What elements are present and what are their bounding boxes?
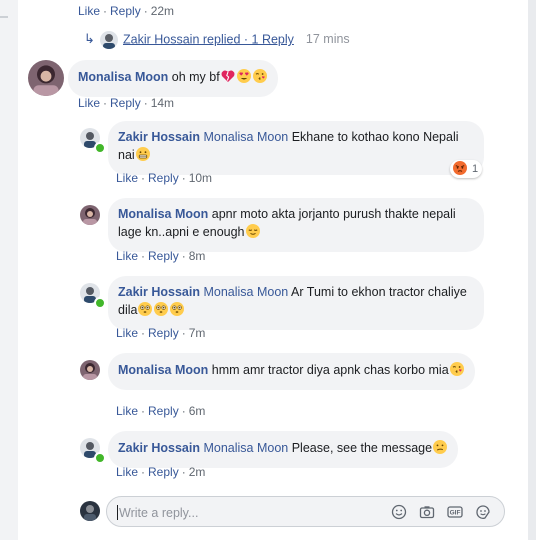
smiley-icon[interactable] bbox=[391, 504, 407, 520]
flushed-face-icon bbox=[137, 301, 153, 322]
timestamp[interactable]: 8m bbox=[189, 249, 206, 263]
avatar[interactable] bbox=[80, 360, 100, 380]
timestamp[interactable]: 6m bbox=[189, 404, 206, 418]
prev-comment-actions: Like · Reply · 22m bbox=[78, 4, 174, 18]
separator: · bbox=[141, 326, 146, 340]
flushed-face-icon bbox=[153, 301, 169, 322]
kissing-face-icon bbox=[252, 68, 268, 89]
comment-bubble: Zakir Hossain Monalisa Moon Please, see … bbox=[108, 431, 459, 468]
like-link[interactable]: Like bbox=[116, 249, 138, 263]
like-link[interactable]: Like bbox=[116, 326, 138, 340]
separator: · bbox=[103, 4, 108, 18]
mention-link[interactable]: Monalisa Moon bbox=[203, 441, 288, 455]
like-link[interactable]: Like bbox=[78, 96, 100, 110]
comment-actions: Like · Reply · 14m bbox=[78, 96, 174, 110]
mention-link[interactable]: Monalisa Moon bbox=[203, 130, 288, 144]
avatar[interactable] bbox=[80, 205, 100, 225]
online-status-dot bbox=[94, 297, 106, 309]
comment-author[interactable]: Zakir Hossain bbox=[118, 285, 200, 299]
right-gutter bbox=[528, 0, 536, 540]
comment-text: hmm amr tractor diya apnk chas korbo mia bbox=[211, 363, 449, 377]
timestamp[interactable]: 14m bbox=[151, 96, 174, 110]
reply-link[interactable]: Reply bbox=[148, 249, 179, 263]
reply-link[interactable]: Reply bbox=[148, 326, 179, 340]
comment-author[interactable]: Zakir Hossain bbox=[118, 130, 200, 144]
separator: · bbox=[181, 171, 186, 185]
divider bbox=[0, 16, 8, 18]
comment-author[interactable]: Zakir Hossain bbox=[118, 441, 200, 455]
comment-author[interactable]: Monalisa Moon bbox=[118, 207, 208, 221]
avatar[interactable] bbox=[80, 501, 100, 521]
reply-link[interactable]: Reply bbox=[110, 4, 141, 18]
like-link[interactable]: Like bbox=[116, 171, 138, 185]
like-link[interactable]: Like bbox=[116, 465, 138, 479]
like-link[interactable]: Like bbox=[78, 4, 100, 18]
separator: · bbox=[141, 249, 146, 263]
separator: · bbox=[141, 404, 146, 418]
comment-actions: Like · Reply · 10m bbox=[116, 171, 212, 185]
comment-text: oh my bf bbox=[171, 70, 220, 84]
reply-link[interactable]: Reply bbox=[110, 96, 141, 110]
separator: · bbox=[143, 96, 148, 110]
grimacing-face-icon bbox=[135, 146, 151, 167]
relieved-face-icon bbox=[245, 223, 261, 244]
comment-bubble: Monalisa Moon oh my bf bbox=[68, 60, 278, 97]
angry-reaction-icon bbox=[452, 160, 468, 182]
timestamp[interactable]: 2m bbox=[189, 465, 206, 479]
timestamp[interactable]: 10m bbox=[189, 171, 212, 185]
comment-author[interactable]: Monalisa Moon bbox=[78, 70, 168, 84]
svg-text:GIF: GIF bbox=[450, 510, 461, 517]
broken-heart-icon bbox=[220, 68, 236, 89]
heart-eyes-icon bbox=[236, 68, 252, 89]
comment-bubble: Zakir Hossain Monalisa Moon Ekhane to ko… bbox=[108, 121, 484, 175]
separator: · bbox=[181, 465, 186, 479]
timestamp: 17 mins bbox=[305, 32, 350, 47]
reply-composer[interactable]: GIF bbox=[106, 496, 505, 527]
comment-bubble: Monalisa Moon hmm amr tractor diya apnk … bbox=[108, 353, 475, 390]
timestamp[interactable]: 22m bbox=[151, 4, 174, 18]
replies-summary[interactable]: ↳ Zakir Hossain replied · 1 Reply 17 mins bbox=[84, 31, 350, 49]
comment-author[interactable]: Monalisa Moon bbox=[118, 363, 208, 377]
reply-link[interactable]: Reply bbox=[148, 171, 179, 185]
avatar bbox=[100, 31, 118, 49]
separator: · bbox=[141, 171, 146, 185]
gif-icon[interactable]: GIF bbox=[447, 504, 463, 520]
comment-bubble: Monalisa Moon apnr moto akta jorjanto pu… bbox=[108, 198, 484, 252]
camera-icon[interactable] bbox=[419, 504, 435, 520]
like-link[interactable]: Like bbox=[116, 404, 138, 418]
separator: · bbox=[103, 96, 108, 110]
reply-link[interactable]: Reply bbox=[148, 465, 179, 479]
sticker-icon[interactable] bbox=[475, 504, 491, 520]
avatar[interactable] bbox=[28, 60, 64, 96]
comment-actions: Like · Reply · 8m bbox=[116, 249, 205, 263]
comment-actions: Like · Reply · 2m bbox=[116, 465, 205, 479]
comment-bubble: Zakir Hossain Monalisa Moon Ar Tumi to e… bbox=[108, 276, 484, 330]
reply-arrow-icon: ↳ bbox=[84, 31, 95, 47]
replies-link[interactable]: Zakir Hossain replied · 1 Reply bbox=[123, 32, 294, 46]
comment-actions: Like · Reply · 6m bbox=[116, 404, 205, 418]
separator: · bbox=[181, 404, 186, 418]
online-status-dot bbox=[94, 452, 106, 464]
reaction-count: 1 bbox=[472, 163, 479, 175]
kissing-face-icon bbox=[449, 361, 465, 382]
confused-face-icon bbox=[432, 439, 448, 460]
online-status-dot bbox=[94, 142, 106, 154]
separator: · bbox=[181, 249, 186, 263]
flushed-face-icon bbox=[169, 301, 185, 322]
reply-input[interactable] bbox=[117, 503, 371, 523]
mention-link[interactable]: Monalisa Moon bbox=[203, 285, 288, 299]
reply-link[interactable]: Reply bbox=[148, 404, 179, 418]
reaction-badge[interactable]: 1 bbox=[450, 160, 483, 178]
separator: · bbox=[143, 4, 148, 18]
comment-actions: Like · Reply · 7m bbox=[116, 326, 205, 340]
separator: · bbox=[141, 465, 146, 479]
timestamp[interactable]: 7m bbox=[189, 326, 206, 340]
comment-text: Please, see the message bbox=[291, 441, 433, 455]
separator: · bbox=[181, 326, 186, 340]
